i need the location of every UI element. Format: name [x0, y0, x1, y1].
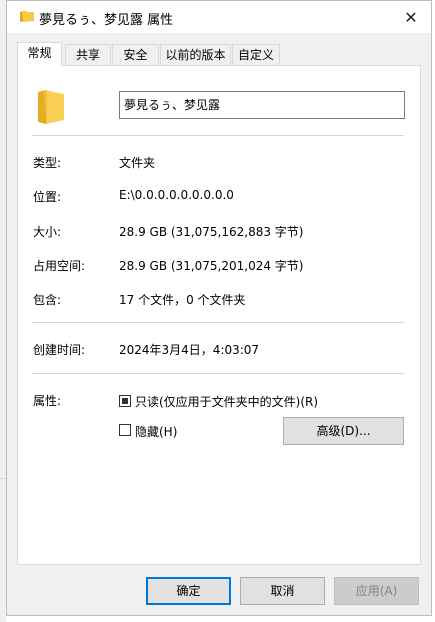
- tab-general[interactable]: 常规: [17, 42, 62, 66]
- cancel-button[interactable]: 取消: [240, 577, 325, 605]
- folder-name-field[interactable]: 夢見るぅ、梦见露: [119, 91, 405, 119]
- properties-dialog: 夢見るぅ、梦见露 属性 ✕ 常规 共享 安全 以前的版本 自定义 夢見るぅ、梦见…: [6, 0, 432, 616]
- size-on-disk-label: 占用空间:: [33, 259, 86, 273]
- hidden-checkbox[interactable]: [119, 424, 131, 436]
- contains-value: 17 个文件，0 个文件夹: [119, 293, 246, 307]
- tab-sharing[interactable]: 共享: [65, 44, 111, 65]
- size-value: 28.9 GB (31,075,162,883 字节): [119, 225, 304, 239]
- type-value: 文件夹: [119, 156, 156, 170]
- close-button[interactable]: ✕: [391, 1, 431, 33]
- separator: [32, 322, 404, 323]
- window-title: 夢見るぅ、梦见露 属性: [39, 13, 174, 28]
- created-value: 2024年3月4日，4:03:07: [119, 343, 260, 357]
- general-panel: 夢見るぅ、梦见露 类型: 文件夹 位置: E:\0.0.0.0.0.0.0.0.…: [17, 65, 421, 565]
- title-bar[interactable]: 夢見るぅ、梦见露 属性 ✕: [7, 1, 431, 33]
- tab-previous-versions[interactable]: 以前的版本: [160, 44, 231, 65]
- attributes-label: 属性:: [33, 394, 62, 408]
- type-label: 类型:: [33, 156, 62, 170]
- location-value: E:\0.0.0.0.0.0.0.0.0: [119, 188, 234, 202]
- created-label: 创建时间:: [33, 343, 86, 357]
- hidden-label[interactable]: 隐藏(H): [135, 423, 177, 440]
- size-on-disk-value: 28.9 GB (31,075,201,024 字节): [119, 259, 304, 273]
- apply-button[interactable]: 应用(A): [334, 577, 419, 605]
- readonly-checkbox[interactable]: [119, 395, 131, 407]
- size-label: 大小:: [33, 225, 62, 239]
- readonly-label[interactable]: 只读(仅应用于文件夹中的文件)(R): [135, 393, 318, 410]
- close-icon: ✕: [404, 7, 418, 27]
- advanced-button[interactable]: 高级(D)...: [283, 417, 404, 445]
- ok-button[interactable]: 确定: [146, 577, 231, 605]
- folder-icon: [20, 11, 34, 22]
- folder-icon: [38, 90, 64, 124]
- tab-customize[interactable]: 自定义: [232, 44, 280, 65]
- separator: [32, 373, 404, 374]
- tab-security[interactable]: 安全: [112, 44, 159, 65]
- contains-label: 包含:: [33, 293, 62, 307]
- location-label: 位置:: [33, 190, 62, 204]
- separator: [32, 135, 404, 136]
